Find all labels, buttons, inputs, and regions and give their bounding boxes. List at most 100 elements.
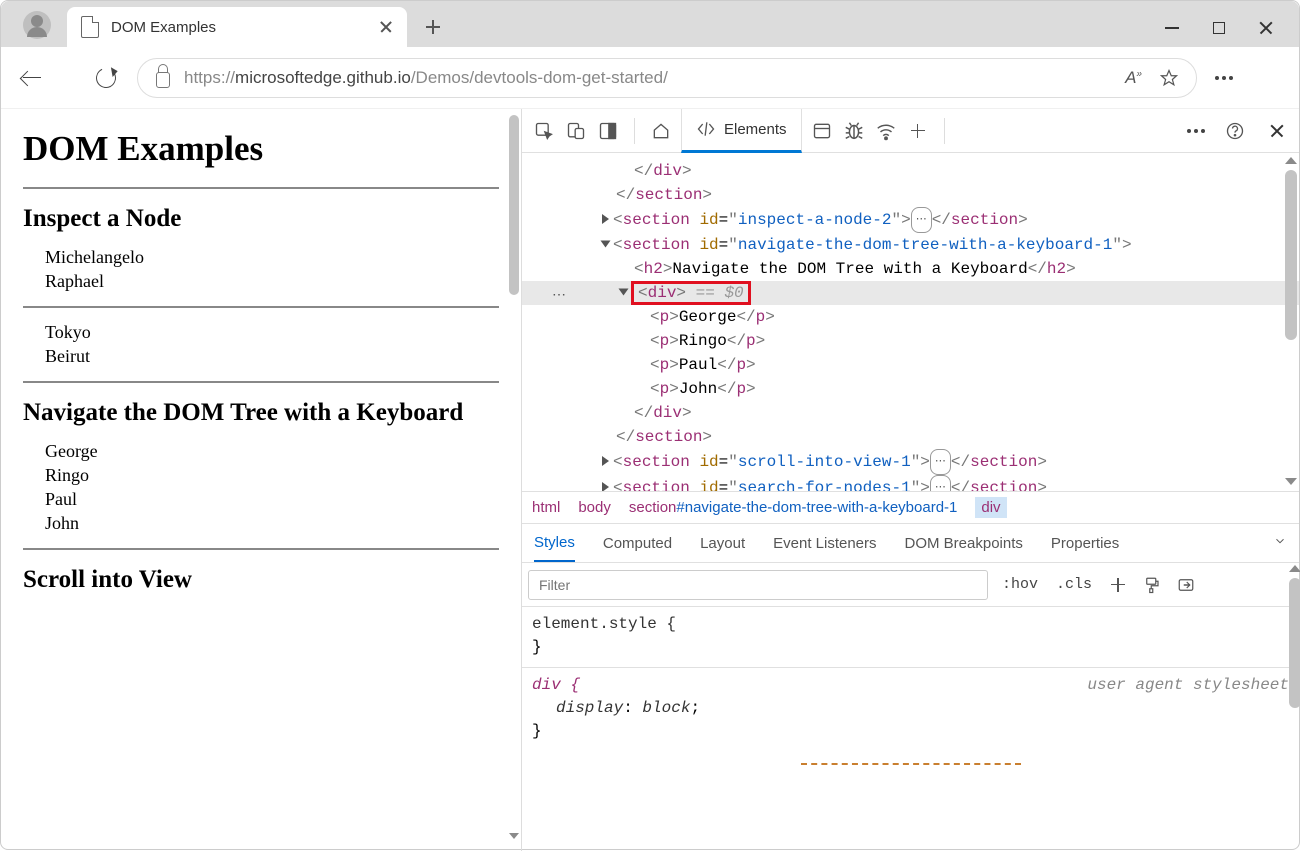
tab-close-icon[interactable] xyxy=(379,20,393,34)
url-text: https://microsoftedge.github.io/Demos/de… xyxy=(184,68,668,88)
more-menu-icon[interactable] xyxy=(1215,76,1233,80)
new-style-rule-icon[interactable] xyxy=(1106,573,1130,597)
devtools-toolbar: Elements xyxy=(522,109,1299,153)
window-close-icon[interactable] xyxy=(1259,21,1273,35)
list-item: George xyxy=(45,441,499,462)
divider xyxy=(23,187,499,189)
page-scrollbar[interactable] xyxy=(509,115,519,843)
dom-node[interactable]: <p>George</p> xyxy=(522,305,1299,329)
refresh-icon xyxy=(93,65,119,91)
dom-tree[interactable]: </div> </section> <section id="inspect-a… xyxy=(522,153,1299,491)
bug-icon[interactable] xyxy=(842,119,866,143)
scrollbar-thumb[interactable] xyxy=(1285,170,1297,340)
tab-layout[interactable]: Layout xyxy=(700,535,745,552)
list-item: Paul xyxy=(45,489,499,510)
tab-dom-breakpoints[interactable]: DOM Breakpoints xyxy=(905,535,1023,552)
plus-icon xyxy=(426,20,440,34)
devtools-panel: Elements </div> </section> <section id="… xyxy=(521,109,1299,851)
window-minimize-icon[interactable] xyxy=(1165,27,1179,29)
lock-icon xyxy=(156,72,170,88)
url-box[interactable]: https://microsoftedge.github.io/Demos/de… xyxy=(137,58,1197,98)
dom-node[interactable]: <p>Ringo</p> xyxy=(522,329,1299,353)
tab-styles[interactable]: Styles xyxy=(534,525,575,562)
section-heading: Inspect a Node xyxy=(23,205,499,233)
device-emulation-icon[interactable] xyxy=(564,119,588,143)
devtools-more-icon[interactable] xyxy=(1187,129,1205,133)
new-tab-button[interactable] xyxy=(417,11,449,43)
cls-button[interactable]: .cls xyxy=(1052,576,1096,593)
list-item: John xyxy=(45,513,499,534)
back-button[interactable] xyxy=(19,65,45,91)
favorite-icon[interactable] xyxy=(1160,69,1178,87)
inspect-element-icon[interactable] xyxy=(532,119,556,143)
styles-scrollbar[interactable] xyxy=(1289,565,1300,708)
profile-avatar[interactable] xyxy=(23,11,51,39)
breadcrumb-item[interactable]: body xyxy=(578,499,611,516)
scroll-down-icon[interactable] xyxy=(1285,478,1297,485)
tab-computed[interactable]: Computed xyxy=(603,535,672,552)
scroll-down-icon[interactable] xyxy=(509,833,519,839)
window-titlebar: DOM Examples xyxy=(1,1,1299,47)
scroll-up-icon[interactable] xyxy=(1285,157,1297,164)
elements-icon xyxy=(696,120,716,138)
domtree-scrollbar[interactable] xyxy=(1285,157,1297,340)
page-h1: DOM Examples xyxy=(23,129,499,169)
list-item: Michelangelo xyxy=(45,247,499,268)
styles-tabbar: Styles Computed Layout Event Listeners D… xyxy=(522,523,1299,563)
page-icon xyxy=(81,16,99,38)
read-aloud-icon[interactable]: A» xyxy=(1125,68,1142,88)
dom-breadcrumb: html body section#navigate-the-dom-tree-… xyxy=(522,491,1299,523)
tab-properties[interactable]: Properties xyxy=(1051,535,1119,552)
elements-tab[interactable]: Elements xyxy=(681,109,802,153)
dom-node[interactable]: <p>Paul</p> xyxy=(522,353,1299,377)
dom-node[interactable]: <section id="navigate-the-dom-tree-with-… xyxy=(522,233,1299,257)
divider xyxy=(23,381,499,383)
dom-node[interactable]: <p>John</p> xyxy=(522,377,1299,401)
dom-node[interactable]: <section id="search-for-nodes-1">⋯</sect… xyxy=(522,475,1299,491)
styles-filter-row: :hov .cls xyxy=(522,563,1299,607)
more-tabs-icon[interactable] xyxy=(906,119,930,143)
scrollbar-thumb[interactable] xyxy=(509,115,519,295)
refresh-button[interactable] xyxy=(93,65,119,91)
network-conditions-icon[interactable] xyxy=(874,119,898,143)
divider xyxy=(23,548,499,550)
styles-body[interactable]: element.style { } user agent stylesheet … xyxy=(522,607,1299,851)
paint-icon[interactable] xyxy=(1140,573,1164,597)
page-content: DOM Examples Inspect a Node Michelangelo… xyxy=(1,109,521,851)
chevron-down-icon[interactable] xyxy=(1273,534,1287,552)
breadcrumb-item[interactable]: section#navigate-the-dom-tree-with-a-key… xyxy=(629,499,958,516)
list-item: Ringo xyxy=(45,465,499,486)
rule-origin: user agent stylesheet xyxy=(1087,674,1289,697)
tab-event-listeners[interactable]: Event Listeners xyxy=(773,535,876,552)
dom-node-selected[interactable]: ⋯ <div> == $0 xyxy=(522,281,1299,305)
section-heading: Navigate the DOM Tree with a Keyboard xyxy=(23,399,499,427)
node-actions-icon[interactable]: ⋯ xyxy=(552,284,566,308)
window-maximize-icon[interactable] xyxy=(1213,22,1225,34)
style-rule[interactable]: user agent stylesheet div { display: blo… xyxy=(532,674,1289,743)
hov-button[interactable]: :hov xyxy=(998,576,1042,593)
divider xyxy=(23,306,499,308)
application-icon[interactable] xyxy=(810,119,834,143)
browser-tab[interactable]: DOM Examples xyxy=(67,7,407,47)
list-item: Raphael xyxy=(45,271,499,292)
dock-icon[interactable] xyxy=(596,119,620,143)
arrow-left-icon xyxy=(23,77,41,79)
tab-title: DOM Examples xyxy=(111,19,367,36)
drawer-resize-handle[interactable] xyxy=(801,763,1021,765)
address-bar: https://microsoftedge.github.io/Demos/de… xyxy=(1,47,1299,109)
styles-filter-input[interactable] xyxy=(528,570,988,600)
section-heading: Scroll into View xyxy=(23,566,499,594)
dom-node[interactable]: <section id="scroll-into-view-1">⋯</sect… xyxy=(522,449,1299,475)
computed-toggle-icon[interactable] xyxy=(1174,573,1198,597)
dom-node[interactable]: <h2>Navigate the DOM Tree with a Keyboar… xyxy=(522,257,1299,281)
list-item: Beirut xyxy=(45,346,499,367)
style-rule[interactable]: element.style { } xyxy=(532,613,1289,659)
breadcrumb-item-selected[interactable]: div xyxy=(975,497,1006,518)
list-item: Tokyo xyxy=(45,322,499,343)
dom-node[interactable]: <section id="inspect-a-node-2">⋯</sectio… xyxy=(522,207,1299,233)
breadcrumb-item[interactable]: html xyxy=(532,499,560,516)
devtools-close-icon[interactable] xyxy=(1265,119,1289,143)
domtree-scrollbar-down[interactable] xyxy=(1285,478,1297,485)
welcome-tab-icon[interactable] xyxy=(649,119,673,143)
help-icon[interactable] xyxy=(1223,119,1247,143)
